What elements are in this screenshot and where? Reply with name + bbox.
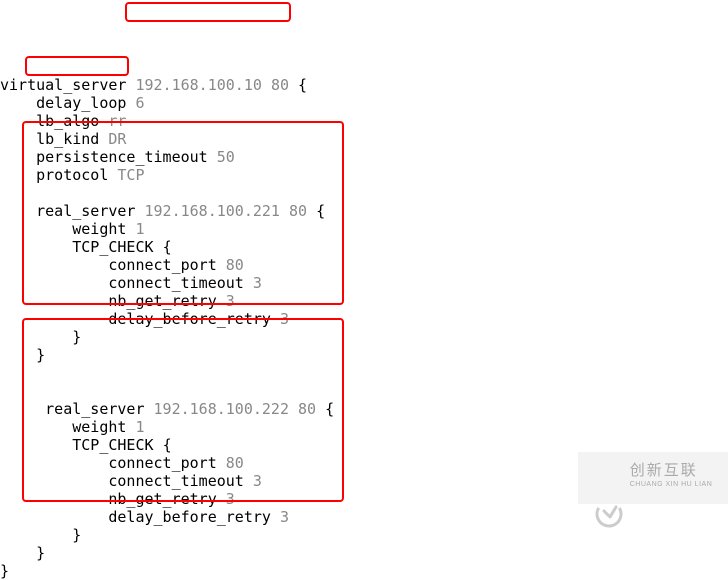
connect-port-key: connect_port [108, 454, 216, 472]
rs2-port: 80 [298, 400, 316, 418]
brace: } [0, 562, 9, 580]
delay-before-retry-val: 3 [280, 508, 289, 526]
persistence-key: persistence_timeout [36, 148, 208, 166]
delay-before-retry-key: delay_before_retry [108, 310, 271, 328]
delay-loop-key: delay_loop [36, 94, 126, 112]
weight-val: 1 [135, 220, 144, 238]
delay-before-retry-val: 3 [280, 310, 289, 328]
connect-timeout-val: 3 [253, 274, 262, 292]
brace: { [316, 202, 325, 220]
brace: } [36, 346, 45, 364]
persistence-val: 50 [217, 148, 235, 166]
tcp-check-key: TCP_CHECK [72, 238, 153, 256]
watermark-logo-icon [594, 463, 624, 493]
rs2-ip: 192.168.100.222 [154, 400, 289, 418]
nb-get-retry-val: 3 [226, 490, 235, 508]
highlight-lb-kind [25, 56, 129, 76]
watermark: 创新互联 CHUANG XIN HU LIAN [578, 452, 728, 504]
weight-val: 1 [135, 418, 144, 436]
brace: } [72, 526, 81, 544]
lb-algo-key: lb_algo [36, 112, 99, 130]
watermark-line1: 创新互联 [630, 464, 713, 478]
lb-kind-key: lb_kind [36, 130, 99, 148]
lb-algo-val: rr [108, 112, 126, 130]
brace: { [163, 436, 172, 454]
connect-timeout-key: connect_timeout [108, 472, 243, 490]
vip-address: 192.168.100.10 [135, 76, 261, 94]
vip-port: 80 [271, 76, 289, 94]
weight-key: weight [72, 220, 126, 238]
rs1-port: 80 [289, 202, 307, 220]
real-server-2-key: real_server [45, 400, 144, 418]
tcp-check-key: TCP_CHECK [72, 436, 153, 454]
connect-timeout-key: connect_timeout [108, 274, 243, 292]
protocol-val: TCP [117, 166, 144, 184]
highlight-vip [125, 2, 291, 22]
brace: { [298, 76, 307, 94]
lb-kind-val: DR [108, 130, 126, 148]
connect-port-val: 80 [226, 454, 244, 472]
real-server-1-key: real_server [36, 202, 135, 220]
watermark-line2: CHUANG XIN HU LIAN [630, 478, 713, 492]
connect-port-key: connect_port [108, 256, 216, 274]
brace: { [325, 400, 334, 418]
brace: } [36, 544, 45, 562]
connect-port-val: 80 [226, 256, 244, 274]
delay-before-retry-key: delay_before_retry [108, 508, 271, 526]
connect-timeout-val: 3 [253, 472, 262, 490]
weight-key: weight [72, 418, 126, 436]
delay-loop-val: 6 [135, 94, 144, 112]
rs1-ip: 192.168.100.221 [145, 202, 280, 220]
nb-get-retry-key: nb_get_retry [108, 490, 216, 508]
brace: { [163, 238, 172, 256]
nb-get-retry-key: nb_get_retry [108, 292, 216, 310]
nb-get-retry-val: 3 [226, 292, 235, 310]
protocol-key: protocol [36, 166, 108, 184]
virtual-server-key: virtual_server [0, 76, 126, 94]
brace: } [72, 328, 81, 346]
